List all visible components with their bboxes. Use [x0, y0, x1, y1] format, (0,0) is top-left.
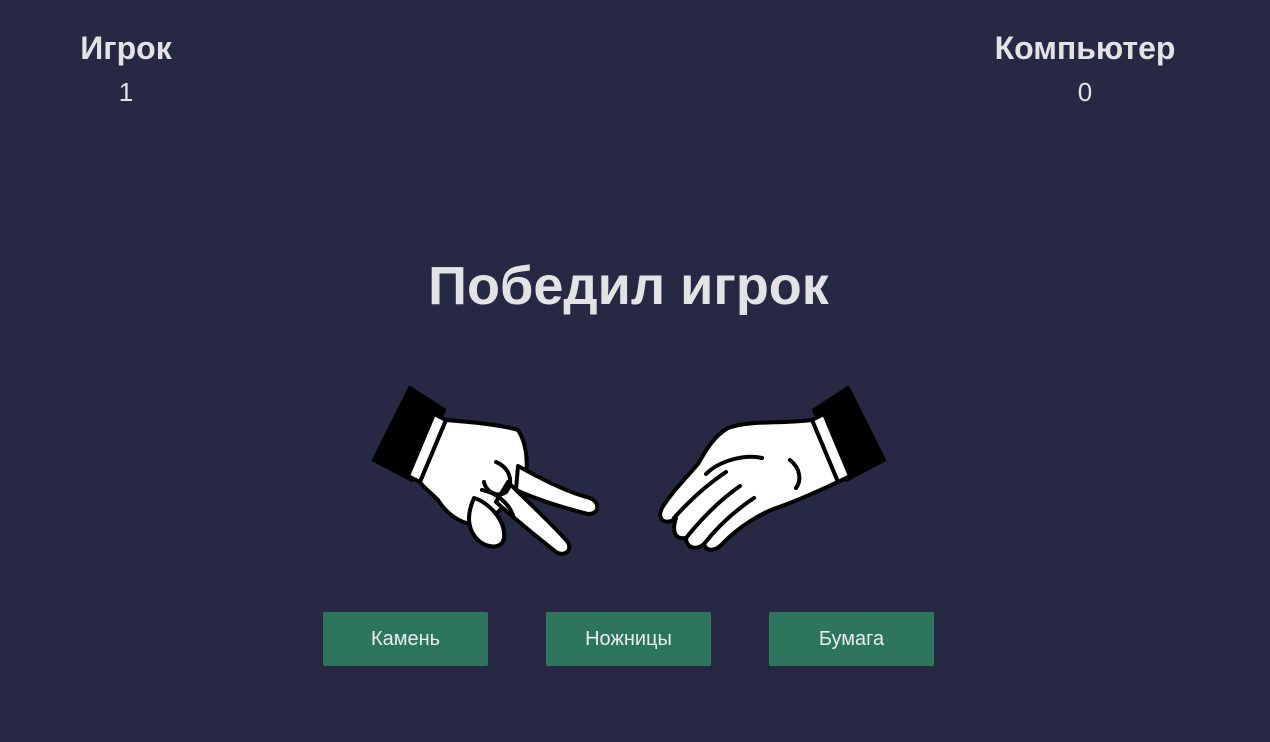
- paper-button[interactable]: Бумага: [769, 612, 934, 666]
- player-score-panel: Игрок 1: [80, 30, 171, 107]
- rock-button[interactable]: Камень: [323, 612, 488, 666]
- result-message: Победил игрок: [428, 256, 829, 316]
- player-label: Игрок: [80, 30, 172, 66]
- player-score: 1: [118, 77, 134, 107]
- paper-hand-icon: [658, 386, 886, 552]
- scissors-button[interactable]: Ножницы: [546, 612, 711, 666]
- computer-score-panel: Компьютер 0: [995, 30, 1176, 107]
- computer-label: Компьютер: [994, 30, 1176, 66]
- scissors-hand-icon: [372, 386, 600, 556]
- computer-score: 0: [1077, 77, 1093, 107]
- choice-buttons: Камень Ножницы Бумага: [0, 612, 1257, 666]
